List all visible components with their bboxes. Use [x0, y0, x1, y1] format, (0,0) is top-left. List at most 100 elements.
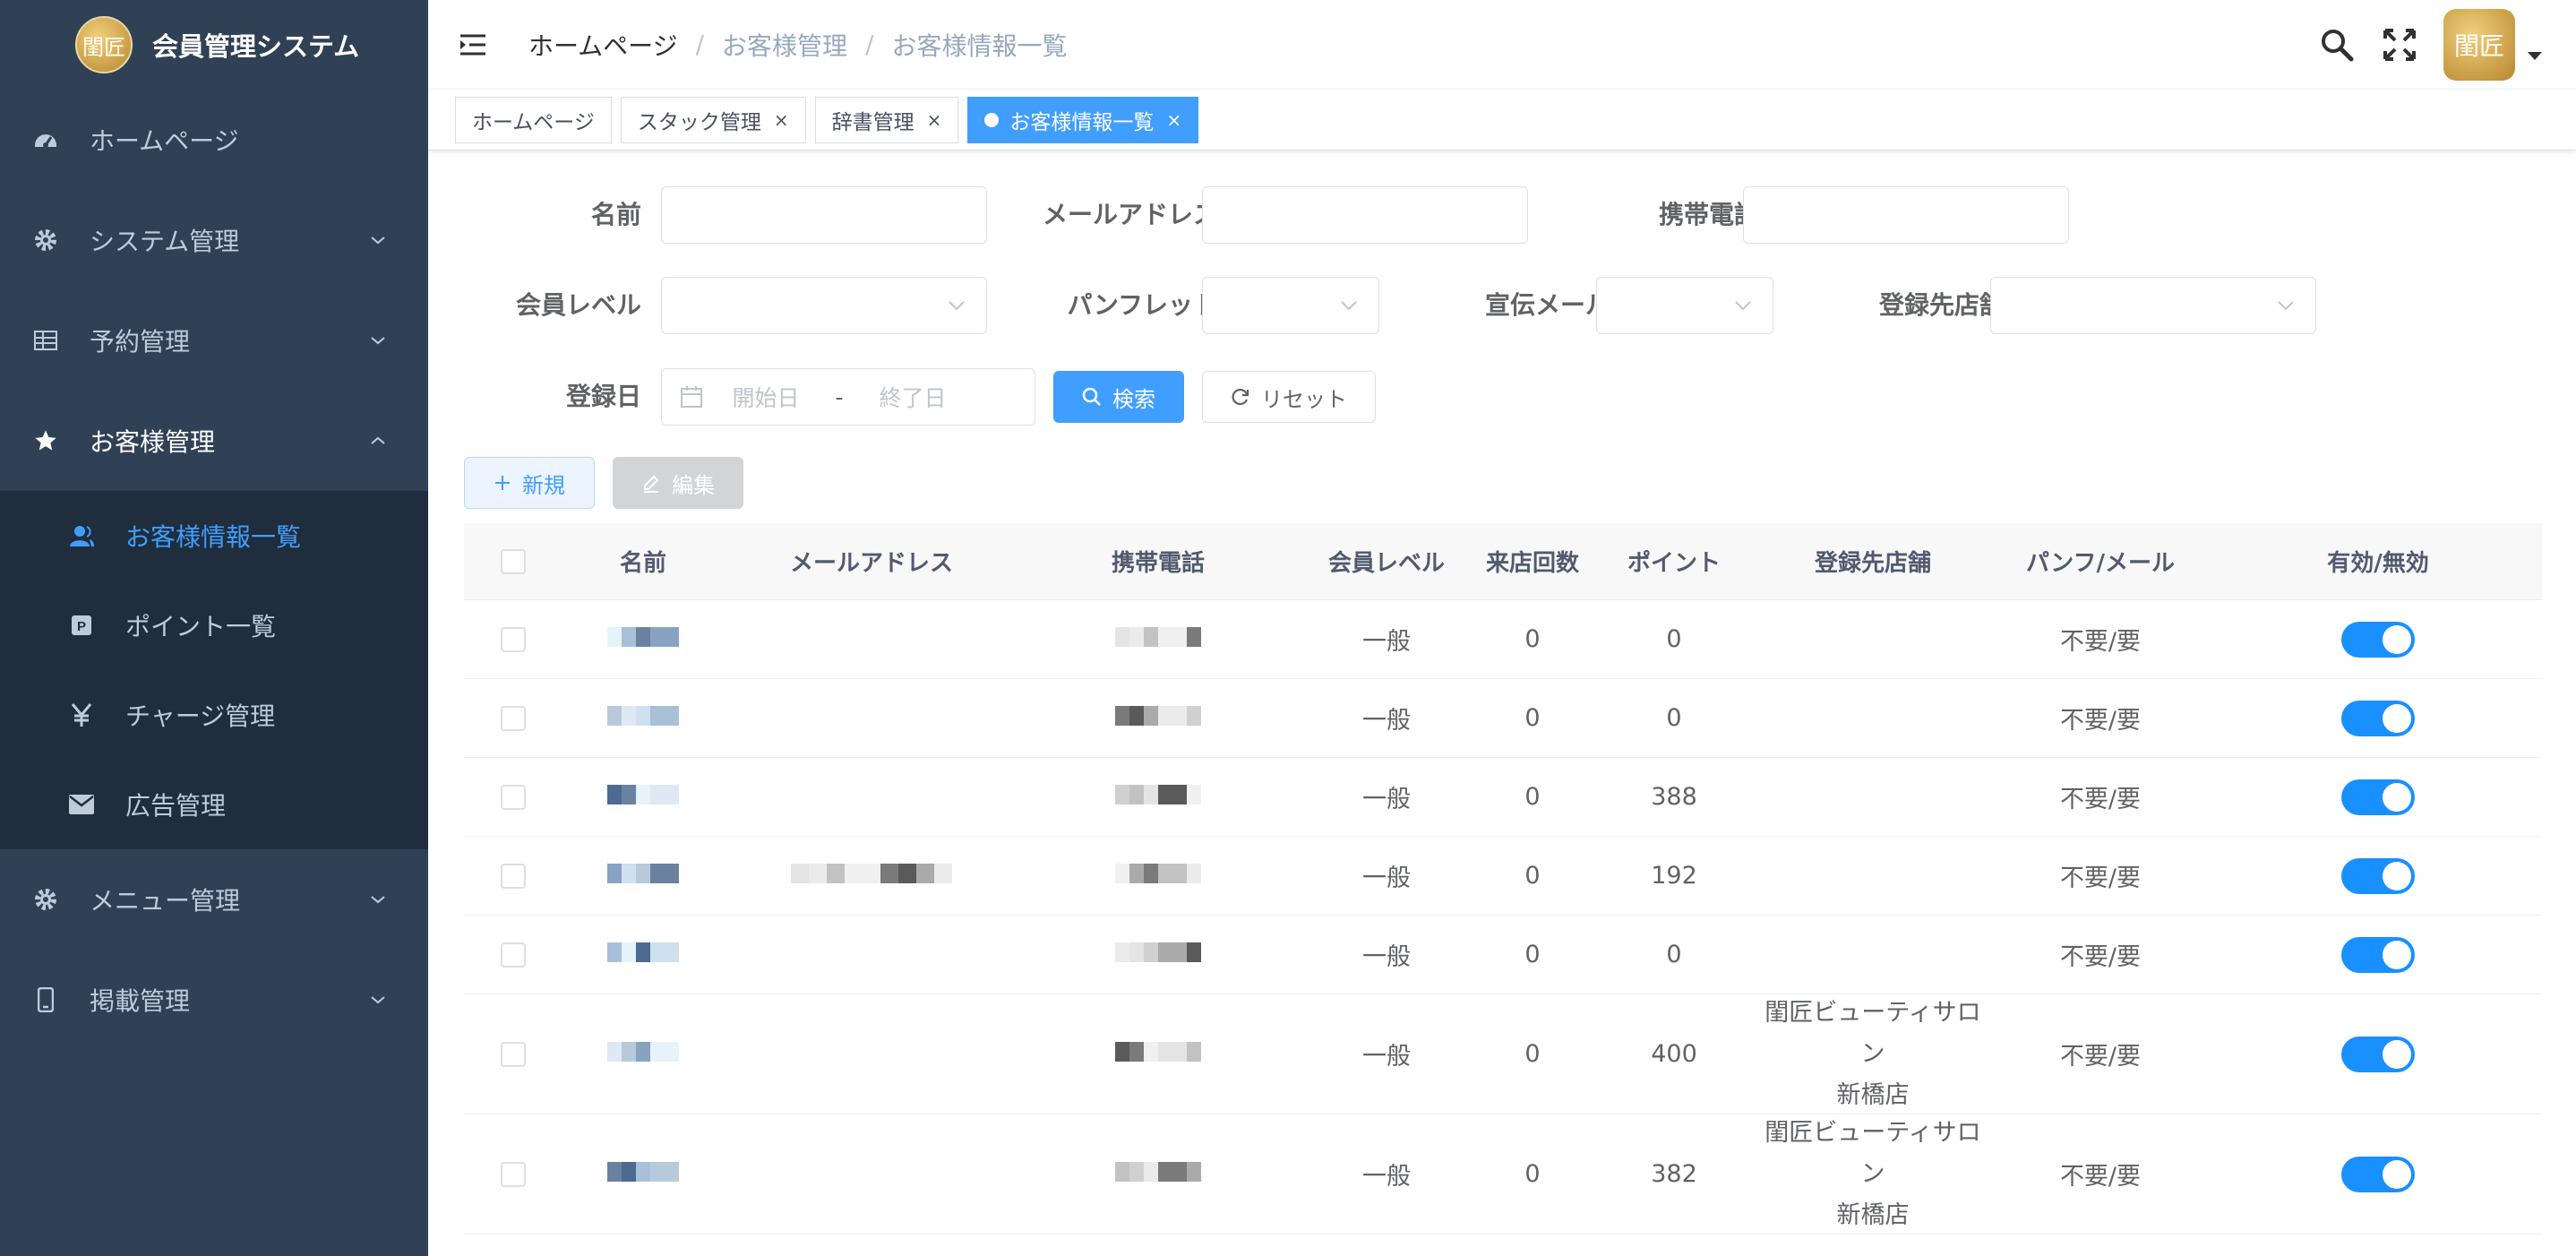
- sidebar-item-points[interactable]: P ポイント一覧: [0, 581, 428, 670]
- tag-dictionary[interactable]: 辞書管理 ×: [814, 96, 959, 143]
- store-select[interactable]: [1990, 277, 2316, 334]
- points-cell: 192: [1651, 862, 1697, 890]
- store-line-1: 閨匠ビューティサロン: [1765, 998, 1981, 1068]
- pamphlet-select[interactable]: [1202, 277, 1379, 334]
- phone-input[interactable]: [1743, 186, 2069, 244]
- edit-icon: [644, 475, 659, 493]
- store-label: 登録先店舗: [1878, 290, 2005, 320]
- breadcrumb-home[interactable]: ホームページ: [528, 27, 678, 63]
- redacted-text: [607, 706, 679, 726]
- column-header-status[interactable]: 有効/無効: [2214, 545, 2542, 578]
- column-header-store[interactable]: 登録先店舗: [1759, 545, 1987, 578]
- sidebar-item-reservation[interactable]: 予約管理: [0, 290, 428, 391]
- tag-label: ホームページ: [472, 110, 595, 134]
- column-header-phone[interactable]: 携帯電話: [1019, 545, 1297, 578]
- add-button[interactable]: 新規: [464, 457, 595, 509]
- table-row[interactable]: 一般 0 0 不要/要: [464, 600, 2542, 679]
- tag-customer-list[interactable]: お客様情報一覧 ×: [967, 96, 1199, 143]
- breadcrumb: ホームページ / お客様管理 / お客様情報一覧: [528, 27, 1068, 63]
- plus-icon: [495, 476, 510, 490]
- member-level-cell: 一般: [1362, 786, 1411, 813]
- table-row[interactable]: 一般 0 382 閨匠ビューティサロン 新橋店 不要/要: [464, 1114, 2542, 1234]
- row-checkbox[interactable]: [501, 626, 526, 652]
- store-line-1: 閨匠ビューティサロン: [1765, 1118, 1981, 1188]
- column-header-points[interactable]: ポイント: [1589, 545, 1759, 578]
- row-checkbox[interactable]: [501, 1041, 526, 1067]
- member-level-select[interactable]: [661, 277, 987, 334]
- avatar[interactable]: 閨匠: [2443, 9, 2515, 81]
- row-checkbox[interactable]: [501, 863, 526, 889]
- sidebar-item-system[interactable]: システム管理: [0, 190, 428, 290]
- active-toggle[interactable]: [2341, 779, 2415, 815]
- visits-cell: 0: [1524, 783, 1541, 811]
- select-all-checkbox[interactable]: [501, 548, 526, 574]
- active-toggle[interactable]: [2341, 1036, 2415, 1072]
- tags-view: ホームページ スタック管理 × 辞書管理 × お客様情報一覧 ×: [428, 90, 2576, 151]
- table-row[interactable]: 一般 0 388 不要/要: [464, 758, 2542, 837]
- redacted-text: [1115, 942, 1201, 962]
- toggle-knob: [2383, 940, 2411, 969]
- table-row[interactable]: 一般 0 192 不要/要: [464, 837, 2542, 916]
- visits-cell: 0: [1524, 625, 1541, 653]
- active-toggle[interactable]: [2341, 700, 2415, 736]
- search-icon[interactable]: [2318, 26, 2356, 64]
- table-body: 一般 0 0 不要/要 一般 0 0 不要/要 一般 0 388 不要/要 一般 0 192 不要/要 一般 0 0…: [464, 600, 2542, 1234]
- visits-cell: 0: [1524, 1040, 1541, 1068]
- email-input[interactable]: [1202, 186, 1528, 244]
- column-header-name[interactable]: 名前: [562, 545, 724, 578]
- active-toggle[interactable]: [2341, 1156, 2415, 1192]
- date-range-picker[interactable]: 開始日 - 終了日: [661, 368, 1035, 426]
- column-header-pamphlet[interactable]: パンフ/メール: [1987, 545, 2214, 578]
- edit-button[interactable]: 編集: [613, 457, 743, 509]
- chevron-down-icon: [1341, 301, 1357, 311]
- table-row[interactable]: 一般 0 0 不要/要: [464, 916, 2542, 994]
- column-header-email[interactable]: メールアドレス: [724, 545, 1019, 578]
- row-checkbox[interactable]: [501, 784, 526, 810]
- store-cell: 閨匠ビューティサロン 新橋店: [1759, 993, 1987, 1116]
- tag-home[interactable]: ホームページ: [455, 96, 612, 143]
- active-toggle[interactable]: [2341, 621, 2415, 658]
- sidebar-item-label: メニュー管理: [90, 886, 241, 916]
- tag-stack[interactable]: スタック管理 ×: [620, 96, 806, 143]
- date-start-input[interactable]: 開始日: [710, 381, 821, 413]
- chevron-down-icon: [371, 337, 385, 345]
- column-header-visits[interactable]: 来店回数: [1476, 545, 1589, 578]
- row-checkbox[interactable]: [501, 942, 526, 968]
- reset-button-label: リセット: [1261, 386, 1347, 412]
- pamphlet-mail-cell: 不要/要: [2059, 865, 2142, 892]
- search-button[interactable]: 検索: [1053, 371, 1184, 423]
- sidebar-item-posting[interactable]: 掲載管理: [0, 950, 428, 1050]
- sidebar-item-label: 予約管理: [90, 327, 191, 357]
- breadcrumb-current: お客様情報一覧: [891, 30, 1068, 61]
- sidebar: 閨匠 会員管理システム ホームページ システム管理 予約管理 お客様管理 お客様…: [0, 0, 428, 1256]
- toggle-knob: [2383, 703, 2411, 733]
- name-input[interactable]: [661, 186, 987, 244]
- active-toggle[interactable]: [2341, 936, 2415, 973]
- close-icon[interactable]: ×: [774, 109, 789, 131]
- redacted-text: [607, 1162, 679, 1182]
- row-checkbox[interactable]: [501, 705, 526, 731]
- table-row[interactable]: 一般 0 0 不要/要: [464, 679, 2542, 758]
- sidebar-item-advertise[interactable]: 広告管理: [0, 760, 428, 849]
- sidebar-item-charge[interactable]: チャージ管理: [0, 670, 428, 760]
- close-icon[interactable]: ×: [1166, 109, 1181, 131]
- member-level-cell: 一般: [1362, 865, 1411, 892]
- sidebar-item-customer[interactable]: お客様管理: [0, 391, 428, 491]
- reset-button[interactable]: リセット: [1202, 371, 1376, 423]
- sidebar-item-menu[interactable]: メニュー管理: [0, 849, 428, 950]
- close-icon[interactable]: ×: [927, 109, 942, 131]
- toggle-knob: [2383, 1039, 2411, 1069]
- hamburger-icon[interactable]: [457, 29, 489, 61]
- adv-mail-select[interactable]: [1596, 277, 1773, 334]
- fullscreen-icon[interactable]: [2381, 26, 2418, 64]
- column-header-level[interactable]: 会員レベル: [1297, 545, 1476, 578]
- row-checkbox[interactable]: [501, 1161, 526, 1187]
- sidebar-item-home[interactable]: ホームページ: [0, 90, 428, 190]
- sidebar-item-label: ホームページ: [90, 126, 239, 156]
- active-toggle[interactable]: [2341, 857, 2415, 894]
- caret-down-icon[interactable]: [2528, 51, 2542, 60]
- sidebar-item-customer-list[interactable]: お客様情報一覧: [0, 491, 428, 581]
- table-row[interactable]: 一般 0 400 閨匠ビューティサロン 新橋店 不要/要: [464, 994, 2542, 1114]
- sidebar-logo[interactable]: 閨匠 会員管理システム: [0, 0, 428, 90]
- date-end-input[interactable]: 終了日: [857, 381, 968, 413]
